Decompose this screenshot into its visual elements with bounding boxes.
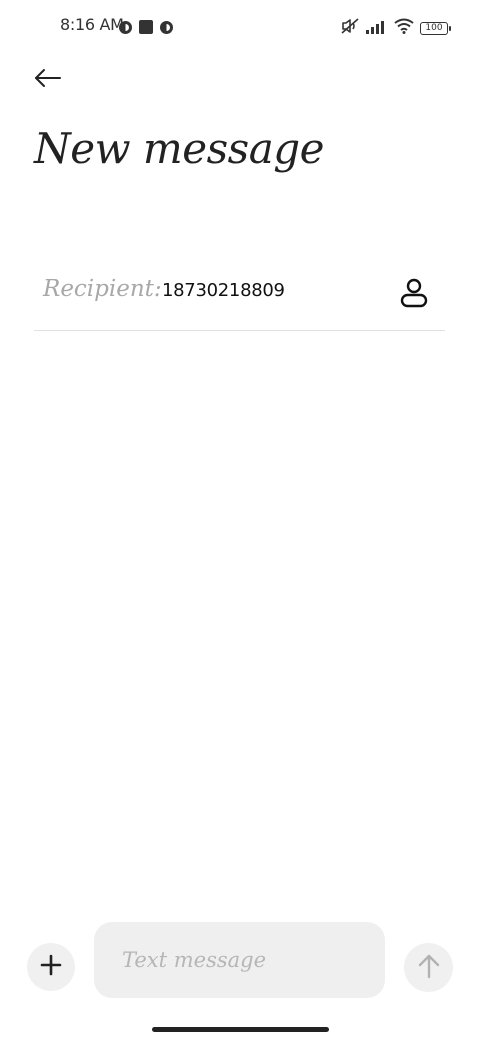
back-button[interactable] — [30, 64, 66, 96]
status-system-icons: 100 — [340, 17, 451, 39]
new-message-screen: 8:16 AM 100 New message Recipient: 18730… — [0, 0, 480, 1040]
notification-circle-icon — [119, 19, 132, 38]
status-bar: 8:16 AM 100 — [0, 0, 480, 52]
contact-picker-button[interactable] — [399, 278, 429, 312]
signal-icon — [366, 19, 388, 38]
home-indicator[interactable] — [152, 1027, 329, 1032]
recipient-field[interactable]: Recipient: 18730218809 — [34, 266, 445, 331]
notification-circle-icon — [160, 19, 173, 38]
mute-icon — [340, 17, 360, 39]
page-title: New message — [34, 124, 324, 173]
recipient-value[interactable]: 18730218809 — [162, 280, 285, 301]
recipient-label: Recipient: — [43, 276, 162, 302]
status-time: 8:16 AM — [60, 15, 124, 34]
wifi-icon — [394, 18, 414, 38]
arrow-up-icon — [417, 953, 441, 983]
arrow-left-icon — [34, 68, 62, 92]
plus-icon — [40, 954, 62, 980]
send-button[interactable] — [404, 943, 453, 992]
notification-square-icon — [139, 19, 153, 38]
text-message-input[interactable] — [94, 922, 385, 998]
battery-icon: 100 — [420, 21, 451, 35]
add-attachment-button[interactable] — [27, 943, 75, 991]
status-notification-icons — [119, 19, 173, 38]
contact-person-icon — [400, 278, 428, 312]
